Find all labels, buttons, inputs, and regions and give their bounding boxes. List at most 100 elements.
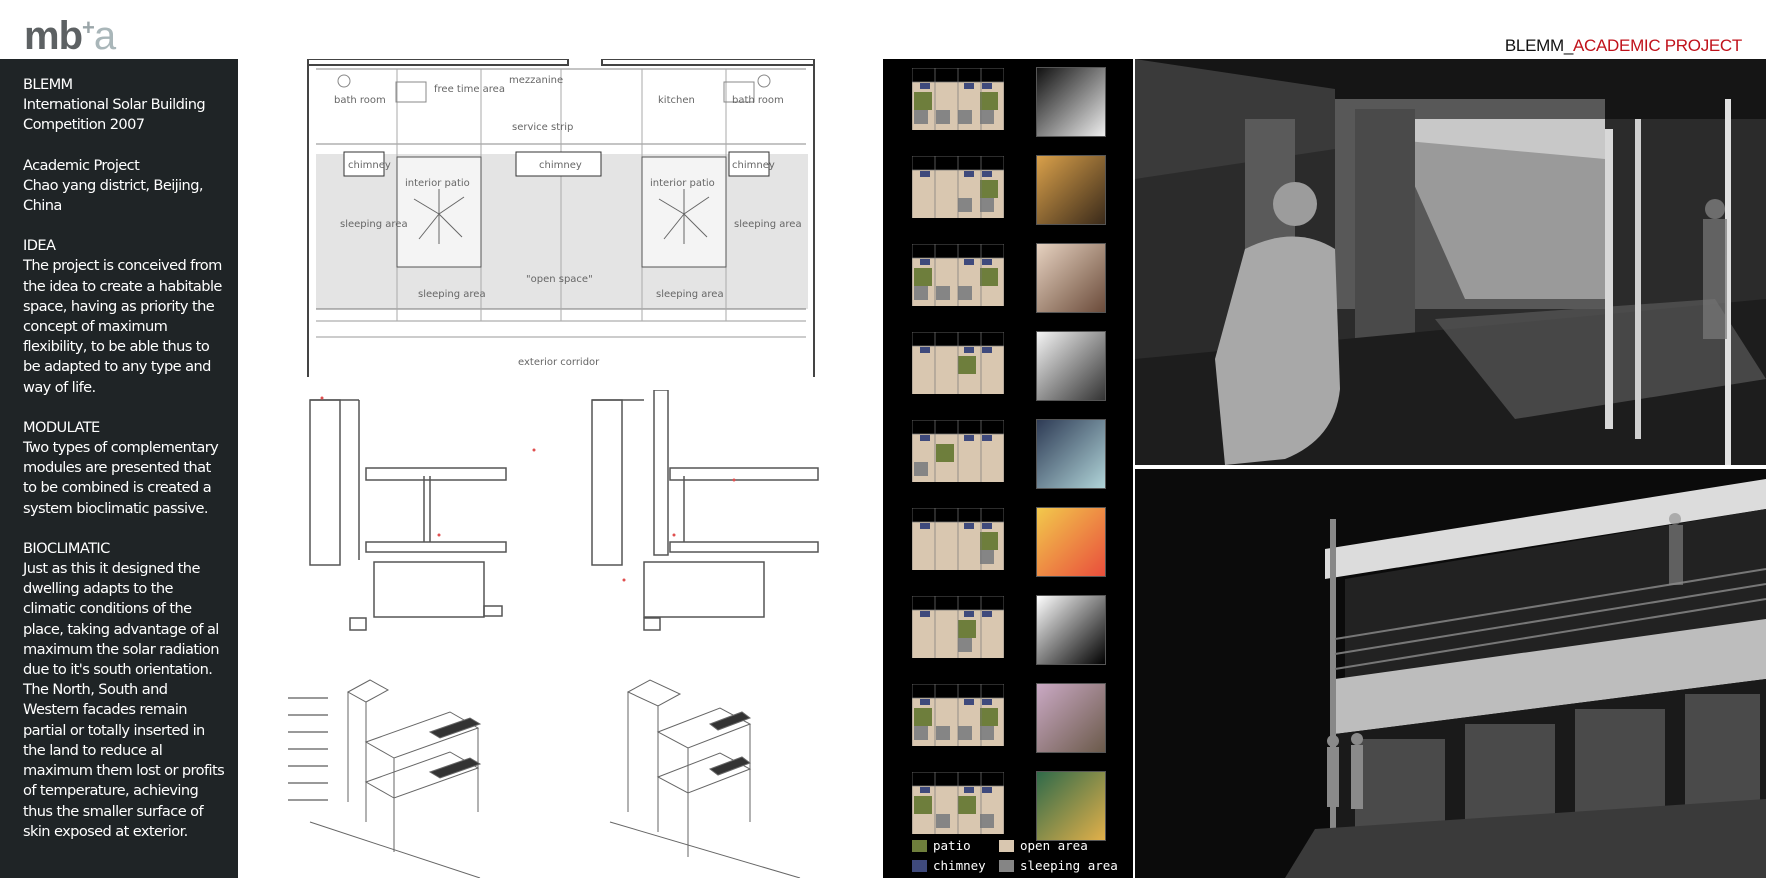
- bioclimatic-line: Western facades remain: [23, 701, 188, 719]
- modulate-block: MODULATE Two types of complementary modu…: [23, 418, 238, 519]
- portrait-painting: [1036, 771, 1106, 841]
- patio-cell: [980, 532, 998, 550]
- sleeping-cell: [980, 550, 994, 564]
- plan-label-interior-patio: interior patio: [650, 178, 715, 189]
- plan-wall: [307, 59, 569, 66]
- logo-text: mb: [24, 14, 83, 58]
- bioclimatic-line: the land to reduce al: [23, 741, 163, 759]
- patio-cell: [980, 708, 998, 726]
- chimney-cell: [964, 347, 974, 353]
- legend-item-sleeping-area: sleeping area: [999, 858, 1118, 873]
- plan-label-sleeping-area: sleeping area: [418, 289, 486, 300]
- colorful-street-art: [1036, 507, 1106, 577]
- module-row: [883, 767, 1133, 847]
- salon-painting: [1036, 683, 1106, 753]
- sleeping-cell: [936, 726, 950, 740]
- plan-label-exterior-corridor: exterior corridor: [518, 357, 600, 368]
- legend-label: patio: [933, 838, 971, 853]
- victorian-couple-engraving: [1036, 331, 1106, 401]
- sleeping-cell: [980, 110, 994, 124]
- sink-icon: [757, 74, 771, 88]
- legend-swatch-open-area: [999, 839, 1014, 852]
- bioclimatic-line: place, taking advantage of al: [23, 620, 219, 638]
- module-row: [883, 503, 1133, 583]
- module-grid-diagram: [912, 68, 1004, 130]
- chimney-cell: [964, 171, 974, 177]
- idea-line: the idea to create a habitable: [23, 277, 222, 295]
- person-figure: [1703, 199, 1727, 339]
- sleeping-cell: [936, 814, 950, 828]
- legend-swatch-sleeping-area: [999, 859, 1014, 872]
- plan-label-kitchen: kitchen: [658, 95, 695, 106]
- patio-cell: [980, 180, 998, 198]
- bioclimatic-line: Just as this it designed the: [23, 560, 200, 578]
- bioclimatic-line: thus the smaller surface of: [23, 802, 204, 820]
- legend-item-chimney: chimney: [912, 858, 986, 873]
- project-title-prefix: BLEMM_: [1504, 36, 1573, 55]
- exterior-render: [1135, 469, 1766, 878]
- sleeping-cell: [980, 814, 994, 828]
- building-sections-drawing: [309, 390, 819, 631]
- plan-label-chimney: chimney: [348, 160, 391, 171]
- axonometric-drawings: [288, 679, 801, 878]
- module-row: [883, 679, 1133, 759]
- sleeping-cell: [936, 286, 950, 300]
- bioclimatic-line: maximum the solar radiation: [23, 640, 219, 658]
- family-sepia-photo: [1036, 243, 1106, 313]
- section-annotation-markers: [320, 396, 736, 582]
- patio-cell: [914, 268, 932, 286]
- chimney-cell: [982, 347, 992, 353]
- module-grid-diagram: [912, 420, 1004, 482]
- bioclimatic-line: dwelling adapts to the: [23, 580, 174, 598]
- patio-cell: [936, 444, 954, 462]
- patio-cell: [980, 92, 998, 110]
- floor-plan-drawing: bath room free time area mezzanine kitch…: [307, 59, 815, 377]
- plan-label-mezzanine: mezzanine: [509, 75, 563, 86]
- intro-line: Competition 2007: [23, 116, 145, 134]
- module-grid-diagram: [912, 244, 1004, 306]
- plan-label-interior-patio: interior patio: [405, 178, 470, 189]
- chimney-cell: [920, 523, 930, 529]
- modulate-line: to be combined is created a: [23, 479, 212, 497]
- chimney-cell: [982, 435, 992, 441]
- bioclimatic-line: The North, South and: [23, 681, 168, 699]
- legend-label: open area: [1020, 838, 1088, 853]
- idea-heading: IDEA: [23, 237, 56, 255]
- location-line: China: [23, 197, 62, 215]
- chimney-cell: [982, 523, 992, 529]
- chimney-cell: [964, 787, 974, 793]
- logo-plus: +: [82, 15, 95, 40]
- plan-label-chimney: chimney: [539, 160, 582, 171]
- chimney-cell: [920, 259, 930, 265]
- idea-block: IDEA The project is conceived from the i…: [23, 236, 238, 398]
- chimney-cell: [982, 611, 992, 617]
- musicians-painting: [1036, 155, 1106, 225]
- chimney-cell: [982, 787, 992, 793]
- bioclimatic-heading: BIOCLIMATIC: [23, 539, 110, 557]
- module-grid-diagram: [912, 508, 1004, 570]
- ballerina-painting: [1036, 419, 1106, 489]
- interior-render: [1135, 59, 1766, 465]
- chimney-cell: [920, 435, 930, 441]
- section-right: [591, 390, 819, 631]
- plan-label-bath-left: bath room: [334, 95, 386, 106]
- bioclimatic-line: skin exposed at exterior.: [23, 822, 188, 840]
- chimney-cell: [920, 347, 930, 353]
- sleeping-cell: [936, 110, 950, 124]
- sleeping-cell: [958, 198, 972, 212]
- legend-label: chimney: [933, 858, 986, 873]
- mba-logo[interactable]: mb+a: [24, 14, 116, 58]
- shower-tray: [395, 81, 427, 103]
- module-row: [883, 415, 1133, 495]
- chimney-cell: [920, 83, 930, 89]
- idea-line: The project is conceived from: [23, 257, 222, 275]
- sleeping-cell: [980, 198, 994, 212]
- module-row: [883, 63, 1133, 143]
- axonometric-left: [309, 679, 482, 878]
- legend-label: sleeping area: [1020, 858, 1118, 873]
- intro-block: BLEMM International Solar Building Compe…: [23, 75, 238, 136]
- bioclimatic-line: of temperature, achieving: [23, 782, 199, 800]
- module-grid-diagram: [912, 596, 1004, 658]
- legend-item-patio: patio: [912, 838, 971, 853]
- chimney-cell: [982, 259, 992, 265]
